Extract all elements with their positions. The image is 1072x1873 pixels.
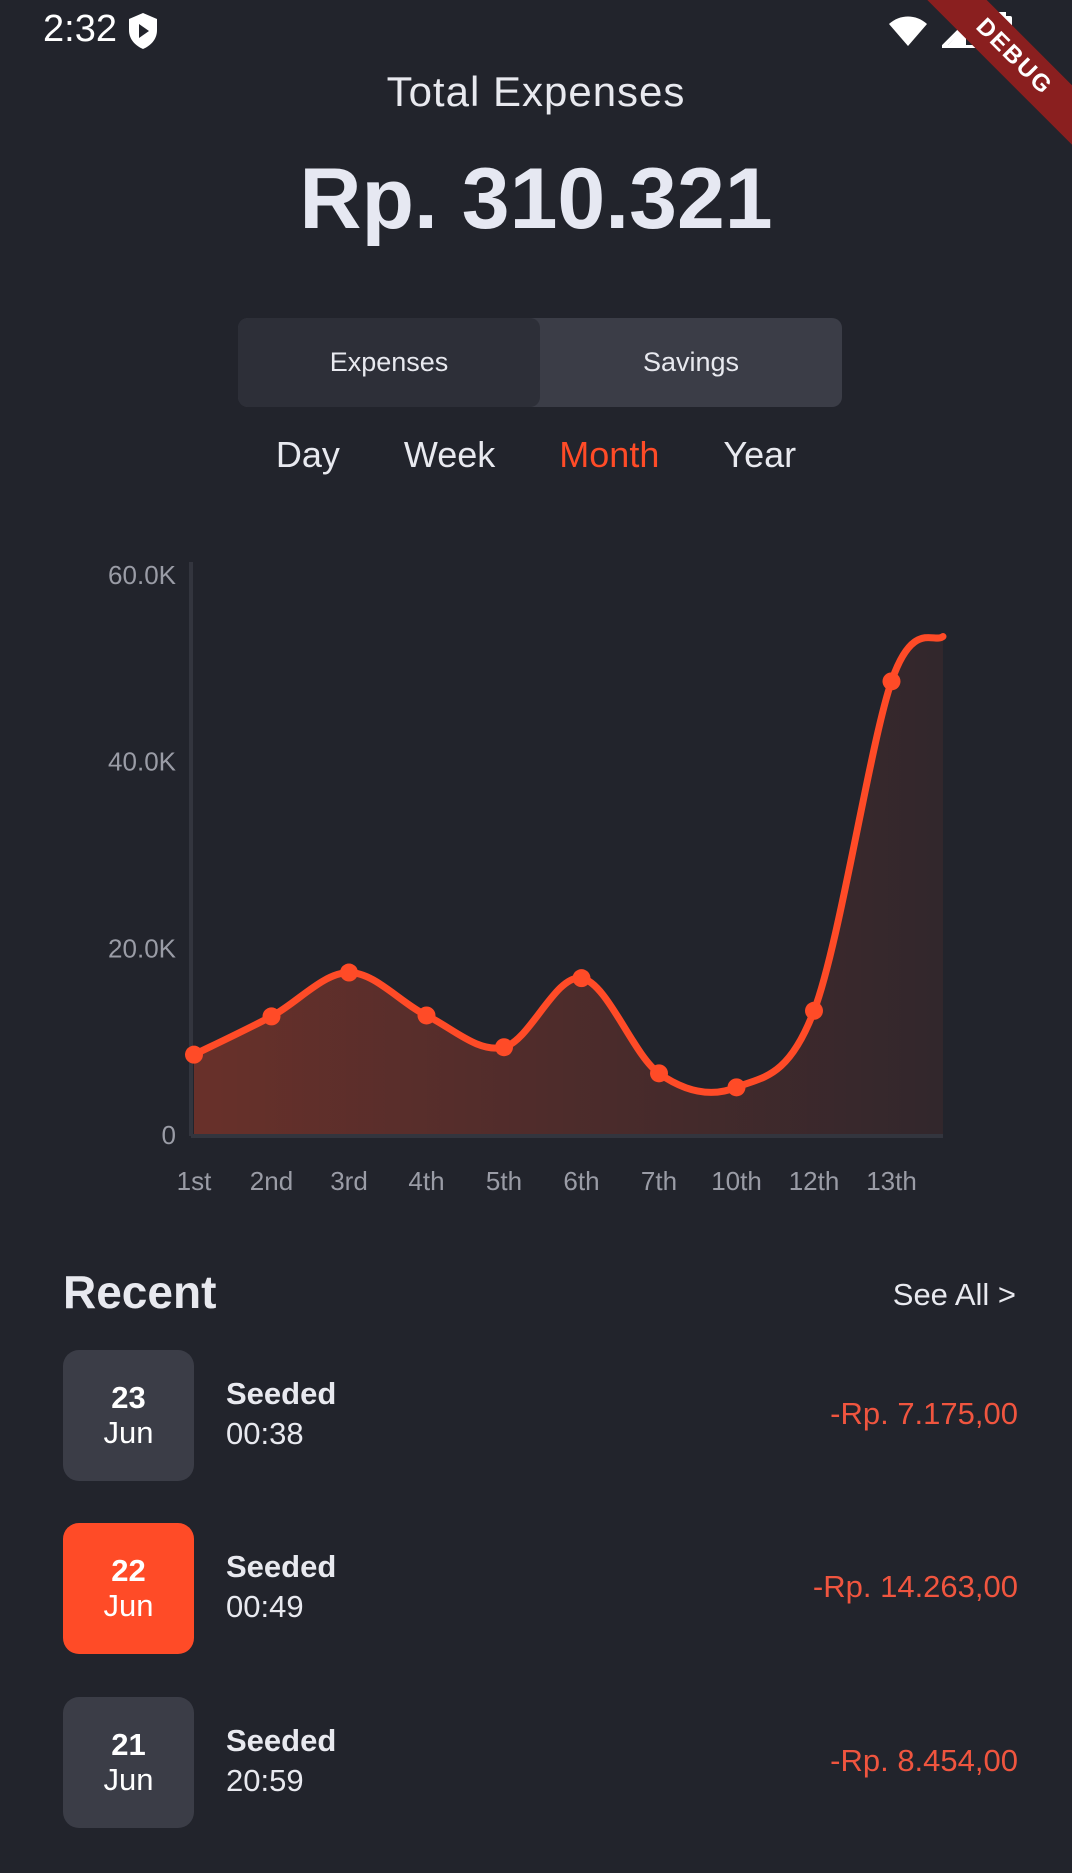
wifi-icon bbox=[889, 16, 927, 46]
segment-savings[interactable]: Savings bbox=[540, 318, 842, 407]
transaction-item[interactable]: 22 Jun Seeded 00:49 -Rp. 14.263,00 bbox=[63, 1523, 1018, 1655]
status-bar: 2:32 DEBUG bbox=[0, 0, 1072, 157]
y-tick-label: 40.0K bbox=[108, 747, 177, 777]
transaction-item[interactable]: 21 Jun Seeded 20:59 -Rp. 8.454,00 bbox=[63, 1697, 1018, 1829]
transaction-amount: -Rp. 8.454,00 bbox=[830, 1743, 1018, 1778]
transaction-day: 23 bbox=[111, 1379, 146, 1415]
tab-month[interactable]: Month bbox=[559, 434, 659, 476]
transaction-time: 00:49 bbox=[226, 1589, 304, 1624]
x-tick-label: 10th bbox=[711, 1166, 762, 1196]
segment-expenses[interactable]: Expenses bbox=[238, 318, 540, 407]
chart-data-point[interactable] bbox=[262, 1007, 281, 1026]
transaction-month: Jun bbox=[103, 1587, 154, 1623]
chart-data-point[interactable] bbox=[185, 1045, 203, 1064]
chart-data-point[interactable] bbox=[650, 1064, 668, 1083]
tab-week[interactable]: Week bbox=[404, 434, 495, 476]
transaction-date-badge: 22 Jun bbox=[63, 1523, 194, 1654]
transaction-name: Seeded bbox=[226, 1376, 337, 1411]
transaction-amount: -Rp. 7.175,00 bbox=[830, 1396, 1018, 1431]
x-tick-label: 2nd bbox=[250, 1166, 293, 1196]
chart-data-point[interactable] bbox=[340, 963, 358, 982]
period-tabs: Day Week Month Year bbox=[0, 434, 1072, 476]
chart-data-point[interactable] bbox=[727, 1078, 746, 1097]
recent-title: Recent bbox=[63, 1266, 217, 1318]
chart-data-point[interactable] bbox=[805, 1001, 823, 1020]
x-tick-label: 6th bbox=[563, 1166, 599, 1196]
transaction-time: 20:59 bbox=[226, 1763, 304, 1798]
x-tick-label: 3rd bbox=[330, 1166, 368, 1196]
transaction-name: Seeded bbox=[226, 1723, 337, 1758]
transaction-day: 22 bbox=[111, 1552, 146, 1588]
x-tick-label: 4th bbox=[408, 1166, 444, 1196]
page-title: Total Expenses bbox=[386, 68, 686, 115]
see-all-link[interactable]: See All > bbox=[893, 1277, 1016, 1313]
chart-data-point[interactable] bbox=[882, 672, 901, 691]
chart-data-point[interactable] bbox=[417, 1006, 436, 1025]
transaction-day: 21 bbox=[111, 1726, 146, 1762]
transaction-item[interactable]: 23 Jun Seeded 00:38 -Rp. 7.175,00 bbox=[63, 1350, 1018, 1482]
status-time: 2:32 bbox=[43, 8, 117, 50]
x-tick-label: 7th bbox=[641, 1166, 677, 1196]
total-amount: Rp. 310.321 bbox=[299, 151, 773, 247]
transaction-amount: -Rp. 14.263,00 bbox=[812, 1569, 1018, 1604]
transaction-time: 00:38 bbox=[226, 1416, 304, 1451]
chart-area-fill bbox=[194, 636, 943, 1134]
transaction-date-badge: 23 Jun bbox=[63, 1350, 194, 1481]
transaction-month: Jun bbox=[103, 1761, 154, 1797]
transaction-name: Seeded bbox=[226, 1549, 337, 1584]
transaction-month: Jun bbox=[103, 1414, 154, 1450]
play-protect-icon bbox=[129, 13, 157, 49]
expenses-chart: 0 20.0K 40.0K 60.0K 1st 2nd 3rd 4th 5th 6th 7th 10… bbox=[108, 560, 947, 1196]
x-tick-label: 12th bbox=[789, 1166, 840, 1196]
y-tick-label: 20.0K bbox=[108, 933, 177, 963]
chart-data-point[interactable] bbox=[572, 969, 591, 988]
type-segmented-control: Expenses Savings bbox=[238, 318, 842, 407]
tab-day[interactable]: Day bbox=[276, 434, 340, 476]
x-tick-label: 13th bbox=[866, 1166, 917, 1196]
chart-data-point[interactable] bbox=[495, 1038, 513, 1057]
y-tick-label: 60.0K bbox=[108, 560, 177, 590]
x-tick-label: 5th bbox=[486, 1166, 522, 1196]
tab-year[interactable]: Year bbox=[723, 434, 796, 476]
y-tick-label: 0 bbox=[162, 1120, 176, 1150]
x-tick-label: 1st bbox=[177, 1166, 212, 1196]
transaction-date-badge: 21 Jun bbox=[63, 1697, 194, 1828]
